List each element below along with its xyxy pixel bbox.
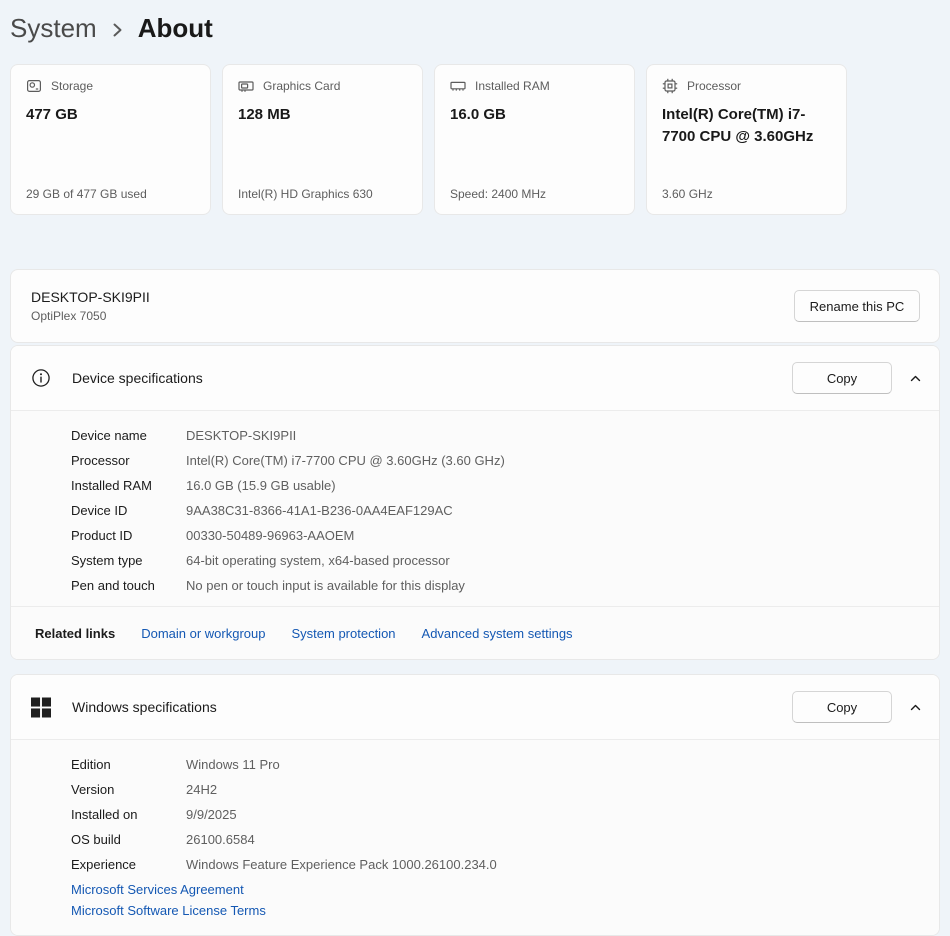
card-detail: Intel(R) HD Graphics 630 [238, 187, 373, 201]
spec-row-experience: Experience Windows Feature Experience Pa… [71, 852, 919, 877]
windows-specifications-section: Windows specifications Copy Edition Wind… [10, 674, 940, 936]
link-microsoft-software-license-terms[interactable]: Microsoft Software License Terms [71, 900, 919, 921]
settings-about-page: System About Storage 477 GB 29 GB of 477… [0, 0, 950, 936]
windows-specifications-body: Edition Windows 11 Pro Version 24H2 Inst… [11, 739, 939, 935]
spec-label: OS build [71, 832, 121, 847]
pc-identity: DESKTOP-SKI9PII OptiPlex 7050 [31, 289, 150, 323]
card-detail: 3.60 GHz [662, 187, 713, 201]
spec-label: Processor [71, 453, 130, 468]
processor-icon [662, 78, 678, 94]
section-title: Windows specifications [72, 699, 217, 715]
spec-label: System type [71, 553, 143, 568]
spec-value: 26100.6584 [186, 832, 255, 847]
breadcrumb: System About [10, 10, 940, 46]
spec-row-device-id: Device ID 9AA38C31-8366-41A1-B236-0AA4EA… [71, 498, 919, 523]
card-value: 16.0 GB [450, 106, 506, 123]
device-spec-rows: Device name DESKTOP-SKI9PII Processor In… [11, 411, 939, 606]
spec-label: Device name [71, 428, 147, 443]
card-label: Processor [687, 79, 742, 93]
spec-row-processor: Processor Intel(R) Core(TM) i7-7700 CPU … [71, 448, 919, 473]
link-advanced-system-settings[interactable]: Advanced system settings [422, 626, 573, 641]
card-value: 128 MB [238, 106, 291, 123]
graphics-card-icon [238, 78, 254, 94]
card-value: 477 GB [26, 106, 78, 123]
spec-value: 9/9/2025 [186, 807, 237, 822]
link-system-protection[interactable]: System protection [291, 626, 395, 641]
card-label: Graphics Card [263, 79, 341, 93]
windows-license-links: Microsoft Services Agreement Microsoft S… [11, 877, 939, 935]
link-domain-or-workgroup[interactable]: Domain or workgroup [141, 626, 265, 641]
installed-ram-card: Installed RAM 16.0 GB Speed: 2400 MHz [434, 64, 635, 215]
spec-row-version: Version 24H2 [71, 777, 919, 802]
device-specifications-section: Device specifications Copy Device name D… [10, 345, 940, 660]
related-links-label: Related links [35, 625, 116, 641]
chevron-up-icon[interactable] [909, 701, 922, 714]
rename-pc-button[interactable]: Rename this PC [794, 290, 920, 322]
chevron-up-icon[interactable] [909, 372, 922, 385]
spec-row-installed-on: Installed on 9/9/2025 [71, 802, 919, 827]
chevron-right-icon [112, 21, 123, 39]
copy-device-specs-button[interactable]: Copy [792, 362, 892, 394]
windows-logo-icon [31, 697, 51, 718]
spec-row-pen-and-touch: Pen and touch No pen or touch input is a… [71, 573, 919, 598]
info-icon [31, 368, 51, 388]
pc-name: DESKTOP-SKI9PII [31, 289, 150, 305]
spec-row-system-type: System type 64-bit operating system, x64… [71, 548, 919, 573]
storage-card: Storage 477 GB 29 GB of 477 GB used [10, 64, 211, 215]
storage-icon [26, 78, 42, 94]
section-title: Device specifications [72, 370, 203, 386]
spec-label: Device ID [71, 503, 128, 518]
spec-value: 9AA38C31-8366-41A1-B236-0AA4EAF129AC [186, 503, 453, 518]
related-links-row: Related links Domain or workgroup System… [11, 606, 939, 659]
spec-value: Intel(R) Core(TM) i7-7700 CPU @ 3.60GHz … [186, 453, 505, 468]
processor-card: Processor Intel(R) Core(TM) i7-7700 CPU … [646, 64, 847, 215]
copy-windows-specs-button[interactable]: Copy [792, 691, 892, 723]
spec-row-product-id: Product ID 00330-50489-96963-AAOEM [71, 523, 919, 548]
spec-label: Installed RAM [71, 478, 152, 493]
spec-row-installed-ram: Installed RAM 16.0 GB (15.9 GB usable) [71, 473, 919, 498]
card-label: Storage [51, 79, 94, 93]
spec-row-os-build: OS build 26100.6584 [71, 827, 919, 852]
breadcrumb-about: About [137, 12, 213, 43]
spec-value: No pen or touch input is available for t… [186, 578, 465, 593]
spec-label: Experience [71, 857, 137, 872]
spec-value: 64-bit operating system, x64-based proce… [186, 553, 450, 568]
card-label: Installed RAM [475, 79, 550, 93]
ram-icon [450, 78, 466, 94]
spec-label: Edition [71, 757, 111, 772]
spec-value: 24H2 [186, 782, 218, 797]
spec-label: Pen and touch [71, 578, 155, 593]
card-value: Intel(R) Core(TM) i7-7700 CPU @ 3.60GHz [662, 106, 814, 145]
breadcrumb-system[interactable]: System [10, 13, 97, 44]
pc-name-panel: DESKTOP-SKI9PII OptiPlex 7050 Rename thi… [10, 269, 940, 343]
card-detail: 29 GB of 477 GB used [26, 187, 147, 201]
windows-spec-rows: Edition Windows 11 Pro Version 24H2 Inst… [11, 740, 939, 877]
spec-value: Windows 11 Pro [186, 757, 280, 772]
summary-cards: Storage 477 GB 29 GB of 477 GB used Grap… [10, 64, 940, 215]
link-microsoft-services-agreement[interactable]: Microsoft Services Agreement [71, 879, 919, 900]
spec-value: DESKTOP-SKI9PII [186, 428, 297, 443]
windows-specifications-header[interactable]: Windows specifications Copy [11, 675, 939, 739]
spec-row-device-name: Device name DESKTOP-SKI9PII [71, 423, 919, 448]
spec-value: Windows Feature Experience Pack 1000.261… [186, 857, 497, 872]
spec-row-edition: Edition Windows 11 Pro [71, 752, 919, 777]
spec-label: Product ID [71, 528, 133, 543]
spec-value: 16.0 GB (15.9 GB usable) [186, 478, 336, 493]
spec-value: 00330-50489-96963-AAOEM [186, 528, 355, 543]
pc-model: OptiPlex 7050 [31, 309, 107, 323]
spec-label: Installed on [71, 807, 138, 822]
device-specifications-body: Device name DESKTOP-SKI9PII Processor In… [11, 410, 939, 659]
device-specifications-header[interactable]: Device specifications Copy [11, 346, 939, 410]
spec-label: Version [71, 782, 115, 797]
graphics-card-card: Graphics Card 128 MB Intel(R) HD Graphic… [222, 64, 423, 215]
card-detail: Speed: 2400 MHz [450, 187, 547, 201]
